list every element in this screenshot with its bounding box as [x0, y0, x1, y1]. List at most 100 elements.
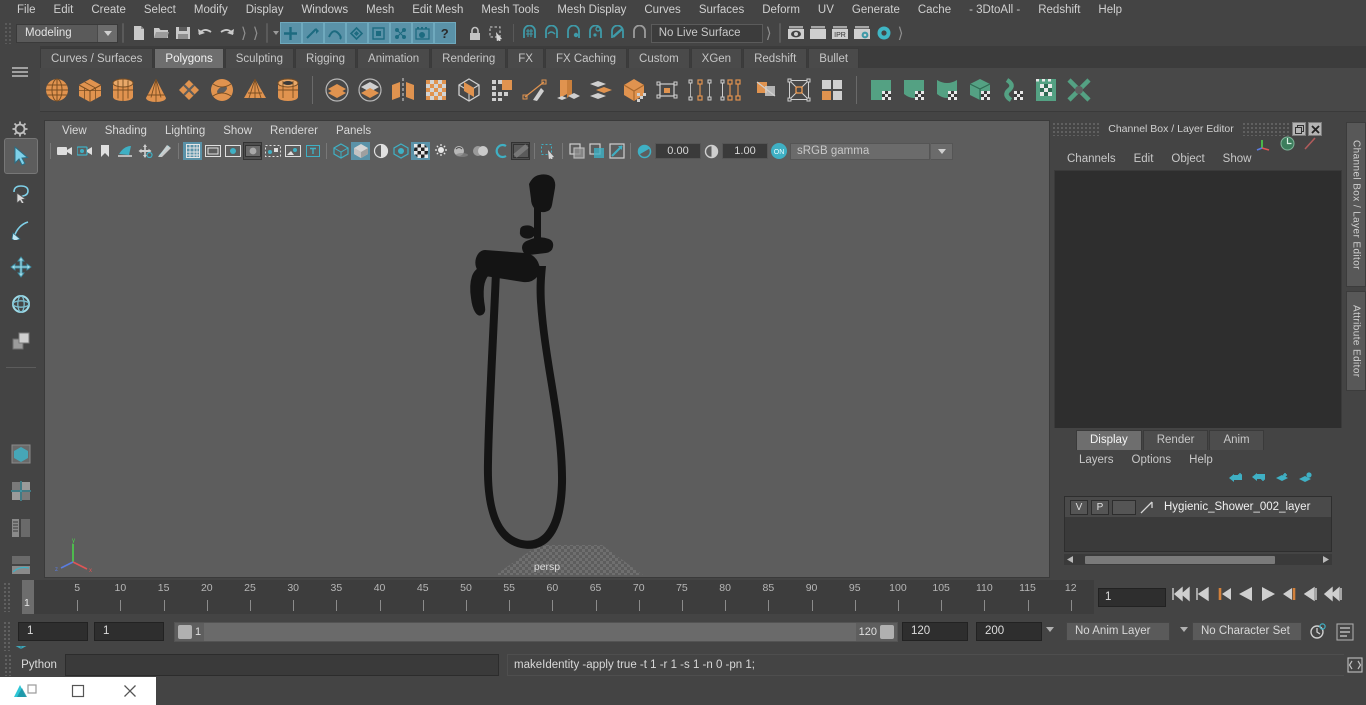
command-input[interactable]: [65, 654, 499, 676]
select-by-object-type-icon[interactable]: [301, 22, 324, 44]
menu-edit-mesh[interactable]: Edit Mesh: [403, 0, 472, 20]
select-camera-icon[interactable]: [55, 142, 74, 160]
channel-box-icon[interactable]: [1280, 136, 1295, 154]
slide-edge-icon[interactable]: [751, 74, 781, 106]
screen-space-ao-icon[interactable]: [451, 142, 470, 160]
isolate-select-icon[interactable]: [539, 142, 558, 160]
shelf-tab-bullet[interactable]: Bullet: [808, 48, 860, 68]
range-slider-grip[interactable]: [3, 621, 12, 651]
exposure-control-icon[interactable]: [635, 142, 654, 160]
rotate-tool[interactable]: [4, 286, 38, 322]
smooth-shade-all-icon[interactable]: [351, 142, 370, 160]
append-polygon-icon[interactable]: [652, 74, 682, 106]
step-back-key-icon[interactable]: [1216, 586, 1232, 602]
gamma-control-icon[interactable]: [702, 142, 721, 160]
grease-pencil-icon[interactable]: [155, 142, 174, 160]
extrude-icon[interactable]: [487, 74, 517, 106]
select-by-component-type-icon[interactable]: [323, 22, 346, 44]
layer-color-swatch-icon[interactable]: [1139, 500, 1155, 515]
use-default-lighting-icon[interactable]: [411, 142, 430, 160]
anim-layer-chevron-down-icon[interactable]: [1180, 627, 1188, 632]
channel-box-menu-object[interactable]: Object: [1162, 153, 1213, 165]
bevel-icon[interactable]: [553, 74, 583, 106]
uv-snapshot-icon[interactable]: [1031, 74, 1061, 106]
four-view-layout[interactable]: [4, 473, 38, 509]
menu-mesh-tools[interactable]: Mesh Tools: [472, 0, 548, 20]
viewport-menu-panels[interactable]: Panels: [327, 125, 380, 137]
channel-box-menu-edit[interactable]: Edit: [1125, 153, 1163, 165]
range-start-field[interactable]: 1: [94, 622, 164, 641]
viewport-canvas[interactable]: y x z persp: [45, 162, 1049, 577]
animation-end-time-field[interactable]: 200: [976, 622, 1042, 641]
poly-cone-icon[interactable]: [141, 74, 171, 106]
layer-list[interactable]: V P Hygienic_Shower_002_layer: [1064, 496, 1332, 552]
insert-edge-loop-icon[interactable]: [685, 74, 715, 106]
hypershade-icon[interactable]: [873, 22, 895, 44]
menu-file[interactable]: File: [8, 0, 45, 20]
outliner-persp-layout[interactable]: [4, 510, 38, 546]
menu-edit[interactable]: Edit: [45, 0, 83, 20]
playback-options-chevron-down-icon[interactable]: [1046, 627, 1054, 632]
poke-face-icon[interactable]: [817, 74, 847, 106]
render-current-frame-icon[interactable]: [785, 22, 807, 44]
range-start-handle[interactable]: 1: [175, 623, 205, 641]
gate-mask-icon[interactable]: [243, 142, 262, 160]
grid-icon[interactable]: [183, 142, 202, 160]
mirror-geometry-icon[interactable]: [388, 74, 418, 106]
resolution-gate-icon[interactable]: [223, 142, 242, 160]
select-points-icon[interactable]: [389, 22, 412, 44]
bookmark-icon[interactable]: [95, 142, 114, 160]
shelf-tab-rendering[interactable]: Rendering: [431, 48, 507, 68]
menu-cache[interactable]: Cache: [909, 0, 960, 20]
exposure-icon[interactable]: [283, 142, 302, 160]
panel-grip-left[interactable]: [1052, 122, 1101, 136]
menu-mesh-display[interactable]: Mesh Display: [548, 0, 635, 20]
select-cvs-icon[interactable]: [367, 22, 390, 44]
viewport-menu-renderer[interactable]: Renderer: [261, 125, 327, 137]
command-language-label[interactable]: Python: [13, 659, 65, 671]
play-forwards-icon[interactable]: [1260, 586, 1276, 602]
show-manipulators-icon[interactable]: [1256, 137, 1272, 154]
scrollbar-thumb[interactable]: [1085, 555, 1275, 564]
select-tool[interactable]: [4, 138, 38, 174]
viewport-menu-shading[interactable]: Shading: [96, 125, 156, 137]
lasso-select-tool[interactable]: [4, 175, 38, 211]
undo-icon[interactable]: [194, 22, 216, 44]
depth-of-field-icon[interactable]: [511, 142, 530, 160]
menu-display[interactable]: Display: [237, 0, 293, 20]
menu-windows[interactable]: Windows: [292, 0, 357, 20]
shelf-tab-animation[interactable]: Animation: [357, 48, 431, 68]
shelf-tab-polygons[interactable]: Polygons: [154, 48, 224, 68]
close-icon[interactable]: [1308, 122, 1322, 136]
step-forward-frame-icon[interactable]: [1304, 586, 1318, 602]
step-back-frame-icon[interactable]: [1196, 586, 1210, 602]
snap-to-grid-icon[interactable]: [519, 22, 541, 44]
layer-playback-toggle[interactable]: P: [1091, 499, 1109, 515]
lock-icon[interactable]: [464, 22, 486, 44]
menu-help[interactable]: Help: [1089, 0, 1131, 20]
shelf-tab-fx[interactable]: FX: [507, 48, 544, 68]
move-layer-down-icon[interactable]: [1252, 472, 1266, 486]
marquee-select-icon[interactable]: [486, 22, 508, 44]
persp-graph-layout[interactable]: [4, 547, 38, 583]
layer-menu-layers[interactable]: Layers: [1070, 454, 1123, 466]
save-scene-icon[interactable]: [172, 22, 194, 44]
menu-surfaces[interactable]: Surfaces: [690, 0, 753, 20]
character-set-selector[interactable]: No Character Set: [1192, 622, 1302, 641]
viewport-menu-view[interactable]: View: [53, 125, 96, 137]
scroll-right-icon[interactable]: [1321, 555, 1330, 564]
xray-active-components-icon[interactable]: [607, 142, 626, 160]
poly-plane-icon[interactable]: [174, 74, 204, 106]
xray-icon[interactable]: [567, 142, 586, 160]
text-icon[interactable]: [303, 142, 322, 160]
boolean-difference-icon[interactable]: [355, 74, 385, 106]
motion-blur-icon[interactable]: [471, 142, 490, 160]
menu-uv[interactable]: UV: [809, 0, 843, 20]
xray-joints-icon[interactable]: [587, 142, 606, 160]
channel-box-menu-channels[interactable]: Channels: [1058, 153, 1125, 165]
single-perspective-layout[interactable]: [4, 436, 38, 472]
snap-to-projected-center-icon[interactable]: [585, 22, 607, 44]
select-by-hierarchy-icon[interactable]: [279, 22, 302, 44]
menu-curves[interactable]: Curves: [635, 0, 689, 20]
layer-row[interactable]: V P Hygienic_Shower_002_layer: [1065, 497, 1331, 517]
